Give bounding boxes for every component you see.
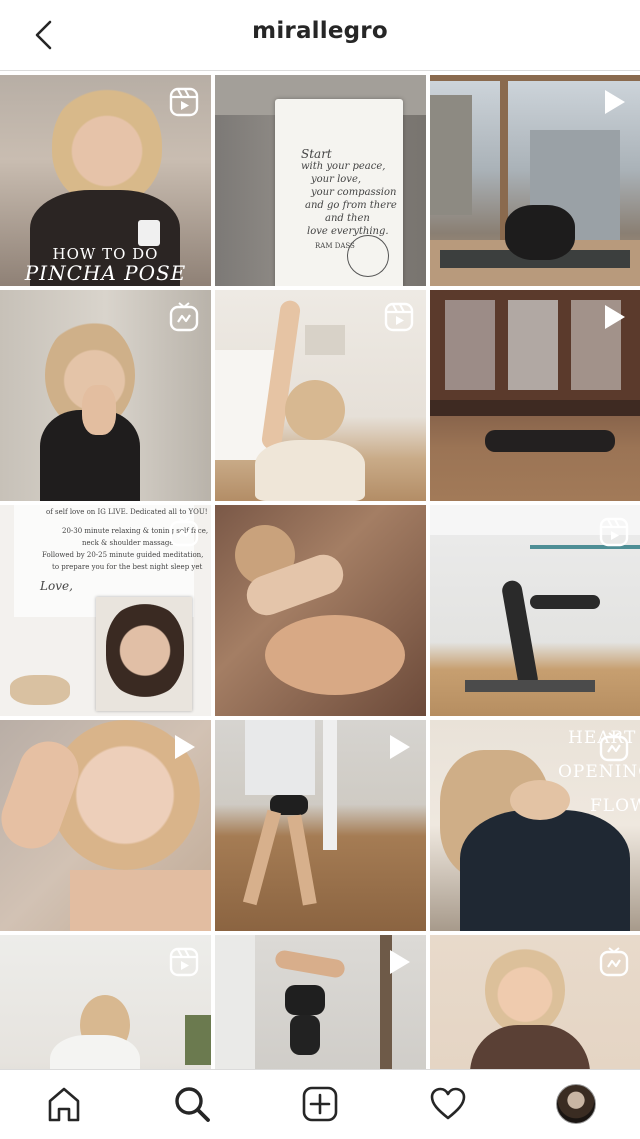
search-icon bbox=[175, 1087, 210, 1122]
igtv-icon bbox=[599, 732, 629, 762]
search-tab[interactable] bbox=[168, 1082, 216, 1126]
igtv-icon bbox=[169, 517, 199, 547]
top-bar: mirallegro bbox=[0, 0, 640, 71]
grid-post[interactable] bbox=[0, 935, 211, 1069]
grid-post[interactable] bbox=[215, 290, 426, 501]
profile-username: mirallegro bbox=[252, 18, 388, 44]
activity-tab[interactable] bbox=[424, 1082, 472, 1126]
overlay-text: OPENING bbox=[558, 762, 640, 782]
post-signature: Love, bbox=[40, 579, 73, 593]
grid-post[interactable] bbox=[430, 290, 640, 501]
note-line: and then bbox=[325, 213, 370, 224]
grid-post[interactable] bbox=[215, 935, 426, 1069]
reels-icon bbox=[384, 302, 414, 332]
post-text-line: to prepare you for the best night sleep … bbox=[52, 563, 203, 571]
note-line: your love, bbox=[311, 174, 362, 185]
bottom-nav bbox=[0, 1069, 640, 1139]
note-line: your compassion bbox=[311, 187, 397, 198]
igtv-icon bbox=[169, 302, 199, 332]
grid-post[interactable]: of self love on IG LIVE. Dedicated all t… bbox=[0, 505, 211, 716]
reels-icon bbox=[169, 947, 199, 977]
grid-post[interactable] bbox=[0, 720, 211, 931]
note-line: with your peace, bbox=[301, 161, 386, 172]
home-tab[interactable] bbox=[40, 1082, 88, 1126]
add-post-icon bbox=[302, 1086, 338, 1122]
grid-post[interactable]: HEART OPENING FLOW bbox=[430, 720, 640, 931]
play-icon bbox=[390, 950, 410, 974]
post-caption-title: PINCHA POSE bbox=[24, 261, 187, 285]
grid-post[interactable] bbox=[215, 720, 426, 931]
play-icon bbox=[605, 90, 625, 114]
grid-post[interactable] bbox=[215, 505, 426, 716]
overlay-text: FLOW bbox=[590, 796, 640, 816]
grid-post[interactable] bbox=[430, 935, 640, 1069]
grid-post[interactable] bbox=[430, 505, 640, 716]
explore-grid: HOW TO DO PINCHA POSE Start with your pe… bbox=[0, 75, 640, 1069]
play-icon bbox=[390, 735, 410, 759]
grid-post[interactable]: HOW TO DO PINCHA POSE bbox=[0, 75, 211, 286]
play-icon bbox=[605, 305, 625, 329]
post-text-line: Followed by 20-25 minute guided meditati… bbox=[42, 551, 204, 559]
home-icon bbox=[48, 1087, 80, 1122]
reels-icon bbox=[599, 517, 629, 547]
grid-post[interactable] bbox=[0, 290, 211, 501]
grid-post[interactable]: Start with your peace, your love, your c… bbox=[215, 75, 426, 286]
profile-tab[interactable] bbox=[552, 1082, 600, 1126]
play-icon bbox=[175, 735, 195, 759]
avatar bbox=[556, 1084, 596, 1124]
create-tab[interactable] bbox=[296, 1082, 344, 1126]
note-line: Start bbox=[301, 147, 332, 161]
reels-icon bbox=[169, 87, 199, 117]
note-line: love everything. bbox=[307, 226, 389, 237]
heart-icon bbox=[430, 1087, 466, 1120]
igtv-icon bbox=[599, 947, 629, 977]
note-line: and go from there bbox=[305, 200, 397, 211]
post-text-line: of self love on IG LIVE. Dedicated all t… bbox=[46, 508, 208, 516]
post-text-line: neck & shoulder massage. bbox=[82, 539, 176, 547]
grid-post[interactable] bbox=[430, 75, 640, 286]
